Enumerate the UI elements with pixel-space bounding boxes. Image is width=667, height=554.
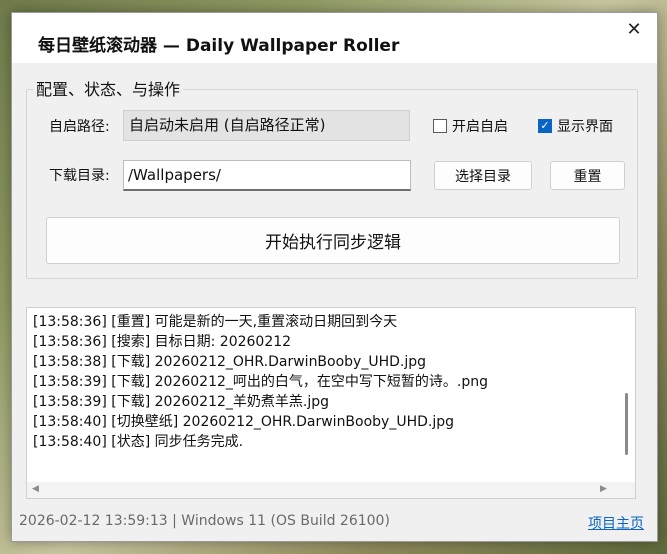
enable-autostart-label: 开启自启 — [452, 119, 508, 135]
log-line: [13:58:38] [下载] 20260212_OHR.DarwinBooby… — [33, 354, 427, 370]
show-ui-label: 显示界面 — [557, 119, 613, 135]
project-home-link[interactable]: 项目主页 — [588, 513, 644, 533]
close-icon: ✕ — [626, 18, 642, 40]
log-line: [13:58:39] [下载] 20260212_呵出的白气，在空中写下短暂的诗… — [33, 374, 488, 390]
scroll-left-icon[interactable]: ◀ — [32, 484, 39, 494]
log-line: [13:58:39] [下载] 20260212_羊奶煮羊羔.jpg — [33, 394, 329, 410]
autostart-path-label: 自启路径: — [49, 119, 110, 135]
checkbox-checked-icon: ✓ — [538, 119, 552, 133]
choose-dir-button[interactable]: 选择目录 — [434, 161, 532, 190]
log-lines: [13:58:36] [重置] 可能是新的一天,重置滚动日期回到今天 [13:5… — [33, 312, 488, 452]
log-line: [13:58:36] [搜索] 目标日期: 20260212 — [33, 334, 292, 350]
status-info: 2026-02-12 13:59:13 | Windows 11 (OS Bui… — [19, 513, 390, 529]
show-ui-checkbox[interactable]: ✓ 显示界面 — [538, 116, 613, 136]
log-line: [13:58:40] [切换壁纸] 20260212_OHR.DarwinBoo… — [33, 414, 455, 430]
reset-button[interactable]: 重置 — [550, 161, 625, 190]
vertical-scrollbar[interactable] — [618, 308, 635, 483]
config-group-title: 配置、状态、与操作 — [33, 76, 184, 100]
enable-autostart-checkbox[interactable]: 开启自启 — [433, 116, 508, 136]
horizontal-scrollbar[interactable]: ◀ ▶ — [27, 482, 635, 498]
run-sync-button[interactable]: 开始执行同步逻辑 — [46, 217, 620, 264]
download-dir-label: 下载目录: — [49, 168, 110, 184]
title-bar: 每日壁纸滚动器 — Daily Wallpaper Roller ✕ — [12, 13, 657, 63]
vertical-scroll-thumb[interactable] — [625, 393, 628, 455]
checkbox-unchecked-icon — [433, 119, 447, 133]
window-title: 每日壁纸滚动器 — Daily Wallpaper Roller — [38, 36, 400, 56]
log-line: [13:58:40] [状态] 同步任务完成. — [33, 434, 244, 450]
download-dir-input[interactable]: /Wallpapers/ — [123, 160, 411, 191]
scroll-right-icon[interactable]: ▶ — [600, 484, 607, 494]
app-window: 每日壁纸滚动器 — Daily Wallpaper Roller ✕ 配置、状态… — [11, 12, 658, 542]
close-button[interactable]: ✕ — [611, 13, 657, 45]
autostart-path-field: 自启动未启用 (自启路径正常) — [123, 110, 410, 141]
log-output[interactable]: [13:58:36] [重置] 可能是新的一天,重置滚动日期回到今天 [13:5… — [26, 307, 636, 499]
log-line: [13:58:36] [重置] 可能是新的一天,重置滚动日期回到今天 — [33, 314, 398, 330]
